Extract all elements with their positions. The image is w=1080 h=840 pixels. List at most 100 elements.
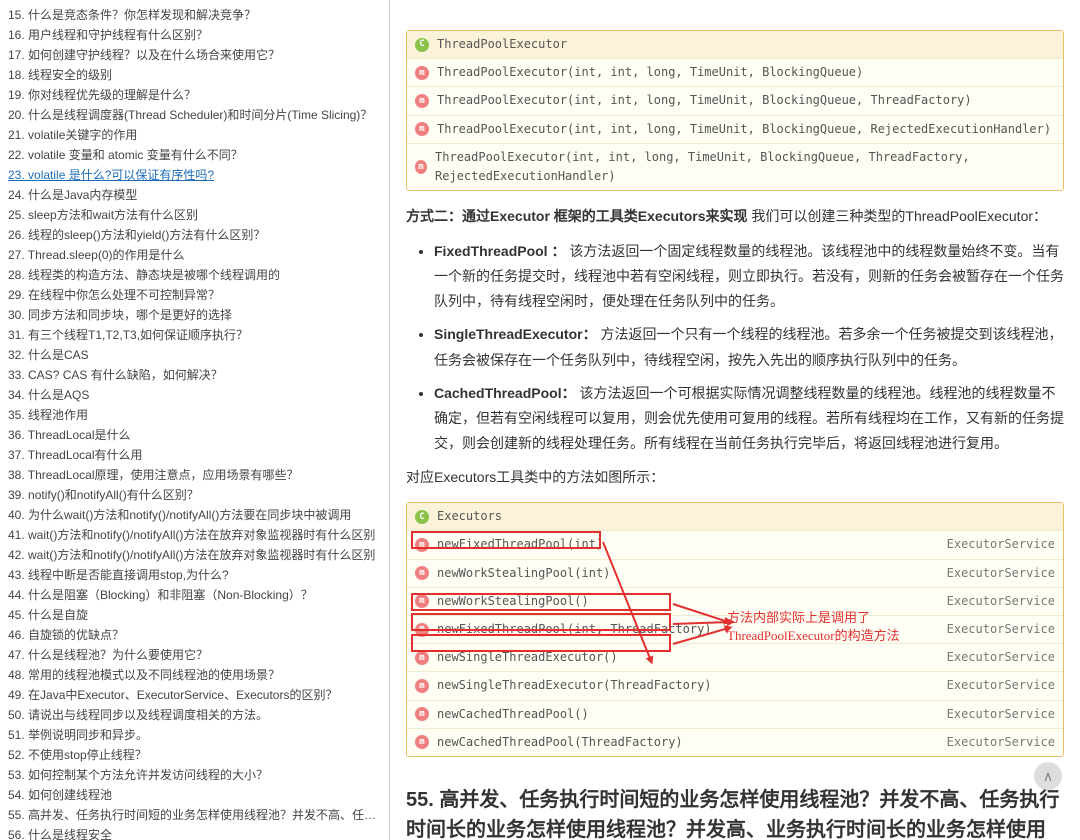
class-icon: C xyxy=(415,510,429,524)
nav-item[interactable]: 26. 线程的sleep()方法和yield()方法有什么区别？ xyxy=(8,224,381,244)
pool-name: SingleThreadExecutor： xyxy=(434,326,597,342)
nav-item[interactable]: 44. 什么是阻塞（Blocking）和非阻塞（Non-Blocking）？ xyxy=(8,584,381,604)
method-icon: m xyxy=(415,94,429,108)
nav-outline[interactable]: 15. 什么是竞态条件？你怎样发现和解决竞争？16. 用户线程和守护线程有什么区… xyxy=(0,0,390,840)
nav-item[interactable]: 29. 在线程中你怎么处理不可控制异常？ xyxy=(8,284,381,304)
constructor-row: mThreadPoolExecutor(int, int, long, Time… xyxy=(407,144,1063,190)
method-signature: ThreadPoolExecutor(int, int, long, TimeU… xyxy=(437,91,972,110)
method-icon: m xyxy=(415,66,429,80)
nav-item[interactable]: 39. notify()和notifyAll()有什么区别？ xyxy=(8,484,381,504)
method2-rest: 我们可以创建三种类型的ThreadPoolExecutor： xyxy=(748,208,1048,224)
class-name: Executors xyxy=(437,507,502,526)
method-icon: m xyxy=(415,122,429,136)
nav-item[interactable]: 19. 你对线程优先级的理解是什么？ xyxy=(8,84,381,104)
nav-item[interactable]: 18. 线程安全的级别 xyxy=(8,64,381,84)
annotation-note: 方法内部实际上是调用了 ThreadPoolExecutor的构造方法 xyxy=(727,609,900,645)
nav-item[interactable]: 32. 什么是CAS xyxy=(8,344,381,364)
nav-item[interactable]: 42. wait()方法和notify()/notifyAll()方法在放弃对象… xyxy=(8,544,381,564)
table-header: C Executors xyxy=(407,503,1063,531)
method2-label: 方式二：通过Executor 框架的工具类Executors来实现 xyxy=(406,208,748,224)
method-icon: m xyxy=(415,707,429,721)
method-icon: m xyxy=(415,735,429,749)
method-icon: m xyxy=(415,594,429,608)
nav-item[interactable]: 30. 同步方法和同步块，哪个是更好的选择 xyxy=(8,304,381,324)
method-signature: newCachedThreadPool() xyxy=(437,705,589,724)
nav-item[interactable]: 47. 什么是线程池？为什么要使用它？ xyxy=(8,644,381,664)
nav-item[interactable]: 33. CAS? CAS 有什么缺陷，如何解决？ xyxy=(8,364,381,384)
method-signature: ThreadPoolExecutor(int, int, long, TimeU… xyxy=(437,63,863,82)
return-type: ExecutorService xyxy=(947,620,1055,639)
table-header: C ThreadPoolExecutor xyxy=(407,31,1063,59)
method-signature: ThreadPoolExecutor(int, int, long, TimeU… xyxy=(435,148,1055,186)
return-type: ExecutorService xyxy=(947,676,1055,695)
method-row: mnewSingleThreadExecutor(ThreadFactory)E… xyxy=(407,672,1063,700)
method-icon: m xyxy=(415,679,429,693)
nav-item[interactable]: 53. 如何控制某个方法允许并发访问线程的大小？ xyxy=(8,764,381,784)
return-type: ExecutorService xyxy=(947,564,1055,583)
method-row: m newWorkStealingPool(int) ExecutorService xyxy=(407,560,1063,588)
nav-item[interactable]: 50. 请说出与线程同步以及线程调度相关的方法。 xyxy=(8,704,381,724)
nav-item[interactable]: 21. volatile关键字的作用 xyxy=(8,124,381,144)
constructor-row: m ThreadPoolExecutor(int, int, long, Time… xyxy=(407,116,1063,144)
nav-item[interactable]: 46. 自旋锁的优缺点？ xyxy=(8,624,381,644)
method-signature: newSingleThreadExecutor() xyxy=(437,648,618,667)
class-icon: C xyxy=(415,38,429,52)
nav-item[interactable]: 24. 什么是Java内存模型 xyxy=(8,184,381,204)
nav-item[interactable]: 23. volatile 是什么?可以保证有序性吗? xyxy=(8,164,381,184)
pool-item: FixedThreadPool ： 该方法返回一个固定线程数量的线程池。该线程池… xyxy=(434,239,1064,315)
nav-item[interactable]: 31. 有三个线程T1,T2,T3,如何保证顺序执行？ xyxy=(8,324,381,344)
nav-item[interactable]: 56. 什么是线程安全 xyxy=(8,824,381,840)
method-row: m newCachedThreadPool(ThreadFactory) Execu… xyxy=(407,729,1063,756)
nav-item[interactable]: 55. 高并发、任务执行时间短的业务怎样使用线程池？并发不高、任务执行时间长的业… xyxy=(8,804,381,824)
method-row: m newFixedThreadPool(int) ExecutorService xyxy=(407,531,1063,559)
method-icon: m xyxy=(415,651,429,665)
nav-item[interactable]: 36. ThreadLocal是什么 xyxy=(8,424,381,444)
constructor-row: m ThreadPoolExecutor(int, int, long, Time… xyxy=(407,87,1063,115)
class-name: ThreadPoolExecutor xyxy=(437,35,567,54)
nav-item[interactable]: 27. Thread.sleep(0)的作用是什么 xyxy=(8,244,381,264)
nav-item[interactable]: 54. 如何创建线程池 xyxy=(8,784,381,804)
nav-item[interactable]: 49. 在Java中Executor、ExecutorService、Execu… xyxy=(8,684,381,704)
method-signature: ThreadPoolExecutor(int, int, long, TimeU… xyxy=(437,120,1051,139)
method-row: mnewSingleThreadExecutor()ExecutorServic… xyxy=(407,644,1063,672)
pool-item: SingleThreadExecutor： 方法返回一个只有一个线程的线程池。若… xyxy=(434,322,1064,372)
nav-item[interactable]: 16. 用户线程和守护线程有什么区别？ xyxy=(8,24,381,44)
return-type: ExecutorService xyxy=(947,535,1055,554)
nav-item[interactable]: 51. 举例说明同步和异步。 xyxy=(8,724,381,744)
method-signature: newFixedThreadPool(int) xyxy=(437,535,603,554)
scroll-top-button[interactable]: ∧ xyxy=(1034,762,1062,790)
nav-item[interactable]: 34. 什么是AQS xyxy=(8,384,381,404)
method-signature: newWorkStealingPool() xyxy=(437,592,589,611)
nav-item[interactable]: 40. 为什么wait()方法和notify()/notifyAll()方法要在… xyxy=(8,504,381,524)
nav-item[interactable]: 43. 线程中断是否能直接调用stop,为什么? xyxy=(8,564,381,584)
fig2-caption: 对应Executors工具类中的方法如图所示： xyxy=(406,466,1064,490)
method-icon: m xyxy=(415,623,429,637)
nav-item[interactable]: 25. sleep方法和wait方法有什么区别 xyxy=(8,204,381,224)
nav-item[interactable]: 41. wait()方法和notify()/notifyAll()方法在放弃对象… xyxy=(8,524,381,544)
nav-item[interactable]: 17. 如何创建守护线程？以及在什么场合来使用它？ xyxy=(8,44,381,64)
nav-item[interactable]: 15. 什么是竞态条件？你怎样发现和解决竞争？ xyxy=(8,4,381,24)
method-icon: m xyxy=(415,566,429,580)
question-55-heading: 55. 高并发、任务执行时间短的业务怎样使用线程池？并发不高、任务执行时间长的业… xyxy=(406,785,1064,840)
method-signature: newWorkStealingPool(int) xyxy=(437,564,610,583)
constructor-row: m ThreadPoolExecutor(int, int, long, Time… xyxy=(407,59,1063,87)
nav-item[interactable]: 52. 不使用stop停止线程？ xyxy=(8,744,381,764)
nav-item[interactable]: 48. 常用的线程池模式以及不同线程池的使用场景？ xyxy=(8,664,381,684)
method-signature: newFixedThreadPool(int, ThreadFactory) xyxy=(437,620,712,639)
return-type: ExecutorService xyxy=(947,733,1055,752)
nav-item[interactable]: 37. ThreadLocal有什么用 xyxy=(8,444,381,464)
pool-name: FixedThreadPool ： xyxy=(434,243,565,259)
pool-item: CachedThreadPool： 该方法返回一个可根据实际情况调整线程数量的线… xyxy=(434,381,1064,457)
method-signature: newCachedThreadPool(ThreadFactory) xyxy=(437,733,683,752)
method-row: m newCachedThreadPool() ExecutorService xyxy=(407,701,1063,729)
nav-item[interactable]: 28. 线程类的构造方法、静态块是被哪个线程调用的 xyxy=(8,264,381,284)
content-pane[interactable]: C ThreadPoolExecutor m ThreadPoolExecutor… xyxy=(390,0,1080,840)
return-type: ExecutorService xyxy=(947,705,1055,724)
method-icon: m xyxy=(415,538,429,552)
nav-item[interactable]: 38. ThreadLocal原理，使用注意点，应用场景有哪些？ xyxy=(8,464,381,484)
nav-item[interactable]: 45. 什么是自旋 xyxy=(8,604,381,624)
nav-item[interactable]: 20. 什么是线程调度器(Thread Scheduler)和时间分片(Time… xyxy=(8,104,381,124)
nav-item[interactable]: 35. 线程池作用 xyxy=(8,404,381,424)
nav-item[interactable]: 22. volatile 变量和 atomic 变量有什么不同？ xyxy=(8,144,381,164)
executors-methods-figure: C Executors m newFixedThreadPool(int) Exec… xyxy=(406,502,1064,757)
